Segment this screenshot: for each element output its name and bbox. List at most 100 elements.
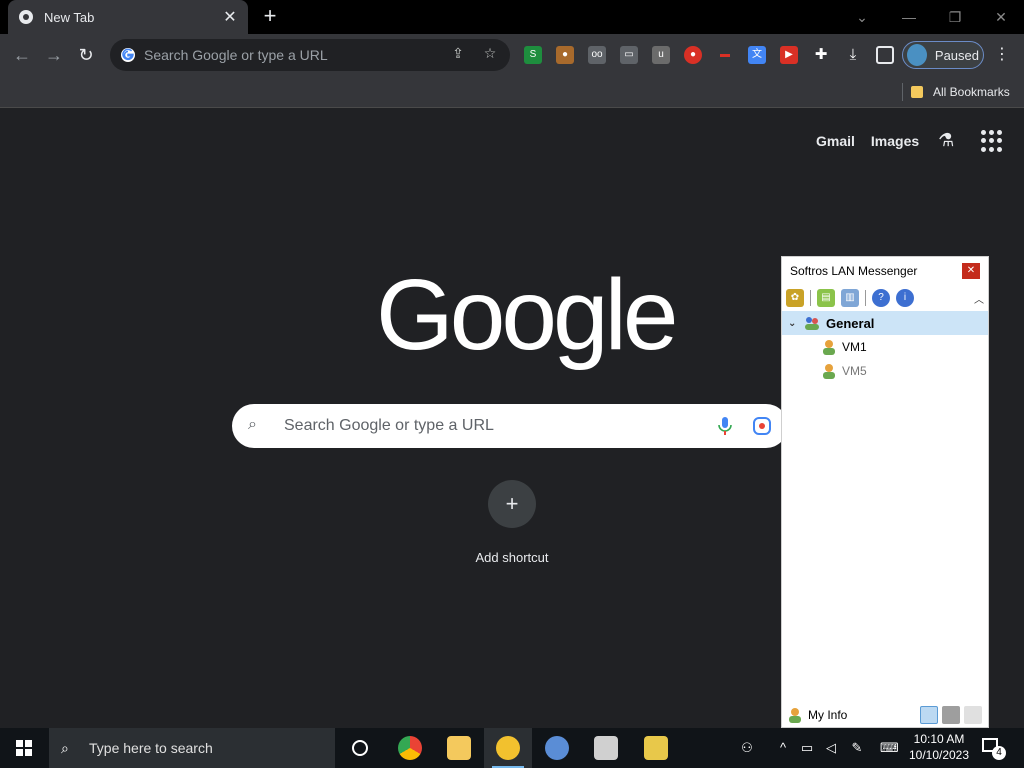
avatar	[907, 44, 927, 66]
cortana-button[interactable]	[336, 728, 384, 768]
taskbar-search-box[interactable]: ⌕ Type here to search	[49, 728, 335, 768]
notification-badge: 4	[992, 746, 1006, 760]
chevron-down-icon[interactable]: ⌄	[788, 318, 800, 329]
share-icon[interactable]: ⇪	[448, 45, 468, 65]
add-shortcut-button[interactable]: + Add shortcut	[460, 480, 564, 565]
clock-date: 10/10/2023	[908, 748, 970, 762]
message-history-icon[interactable]: ▥	[841, 289, 859, 307]
divider	[902, 83, 903, 101]
lan-close-button[interactable]: ✕	[962, 263, 980, 279]
status-online-icon[interactable]	[920, 706, 938, 724]
minimize-button[interactable]: —	[897, 5, 921, 29]
voice-search-icon[interactable]	[716, 415, 734, 437]
clock-time: 10:10 AM	[913, 732, 965, 746]
profile-label: Paused	[934, 47, 979, 63]
notification-button[interactable]: 4	[982, 738, 1006, 760]
ublock-ext-icon[interactable]: u	[652, 46, 670, 64]
search-icon: ⌕	[61, 740, 69, 756]
gmail-link[interactable]: Gmail	[816, 133, 855, 149]
new-tab-button[interactable]: +	[258, 5, 282, 29]
cortana-icon	[352, 740, 368, 756]
images-link[interactable]: Images	[871, 133, 919, 149]
tab-new-tab[interactable]: New Tab ✕	[8, 0, 248, 34]
clock[interactable]: 10:10 AM 10/10/2023	[904, 731, 974, 763]
chat-bubble-icon	[496, 736, 520, 760]
all-bookmarks-button[interactable]: All Bookmarks	[902, 82, 1010, 102]
back-button[interactable]: ←	[9, 42, 35, 68]
status-offline-icon[interactable]	[964, 706, 982, 724]
taskbar-lan-messenger[interactable]	[484, 728, 532, 768]
group-icon	[805, 317, 819, 330]
settings-gear-icon[interactable]: ✿	[786, 289, 804, 307]
taskbar: ⌕ Type here to search ⚇ ^ ▭ ◁ ✎ ⌨ 10:10 …	[0, 728, 1024, 768]
pen-icon[interactable]: ✎	[848, 740, 866, 756]
user-label: VM5	[842, 364, 867, 378]
restore-button[interactable]: ❐	[943, 5, 967, 29]
google-apps-icon[interactable]	[981, 130, 1003, 152]
ntp-top-links: Gmail Images ⚗	[816, 130, 1003, 152]
user-away-icon	[823, 364, 835, 379]
reload-button[interactable]: ↻	[73, 42, 99, 68]
puzzle-icon[interactable]: ✚	[812, 46, 830, 64]
taskbar-chrome[interactable]	[386, 728, 434, 768]
address-bar-placeholder: Search Google or type a URL	[144, 47, 328, 63]
keyboard-icon[interactable]: ⌨	[880, 740, 899, 756]
folder-icon	[911, 86, 923, 98]
info-icon[interactable]: i	[896, 289, 914, 307]
ntp-search-placeholder: Search Google or type a URL	[284, 417, 494, 434]
lan-titlebar: Softros LAN Messenger ✕	[782, 257, 988, 285]
google-lens-icon[interactable]	[752, 416, 772, 436]
taskbar-app-bee[interactable]	[632, 728, 680, 768]
record-ext-icon[interactable]: ●	[684, 46, 702, 64]
user-item[interactable]: VM1	[782, 335, 988, 359]
taskbar-file-explorer[interactable]	[435, 728, 483, 768]
labs-flask-icon[interactable]: ⚗	[935, 130, 957, 152]
people-icon[interactable]: ⚇	[738, 740, 756, 756]
taskbar-search-placeholder: Type here to search	[89, 740, 213, 756]
tab-search-icon[interactable]: ⌄	[850, 5, 874, 29]
network-icon[interactable]: ▭	[798, 740, 816, 756]
plus-icon: +	[488, 480, 536, 528]
close-window-button[interactable]: ✕	[989, 5, 1013, 29]
search-icon: ⌕	[248, 416, 257, 433]
profile-button[interactable]: Paused	[902, 41, 984, 69]
my-info-label[interactable]: My Info	[808, 708, 916, 722]
tab-strip: New Tab ✕ + ⌄ — ❐ ✕	[0, 0, 1024, 34]
volume-muted-icon[interactable]: ◁	[822, 740, 840, 756]
taskbar-app-eagle[interactable]	[582, 728, 630, 768]
cookie-ext-icon[interactable]: ●	[556, 46, 574, 64]
chrome-menu-icon[interactable]: ⋮	[994, 46, 1010, 64]
help-icon[interactable]: ?	[872, 289, 890, 307]
user-item[interactable]: VM5	[782, 359, 988, 383]
printer-ext-icon[interactable]: ▭	[620, 46, 638, 64]
status-away-icon[interactable]	[942, 706, 960, 724]
add-shortcut-label: Add shortcut	[475, 550, 549, 565]
forward-button[interactable]: →	[41, 42, 67, 68]
chevron-up-icon[interactable]: ︿	[974, 291, 984, 306]
taskbar-settings[interactable]	[533, 728, 581, 768]
address-bar[interactable]: Search Google or type a URL ⇪ ☆	[110, 39, 510, 71]
toolbar: ← → ↻ Search Google or type a URL ⇪ ☆ S …	[0, 34, 1024, 76]
gear-icon	[545, 736, 569, 760]
tab-title: New Tab	[44, 9, 95, 25]
bee-icon	[644, 736, 668, 760]
windows-icon	[16, 740, 32, 756]
user-label: VM1	[842, 340, 867, 354]
open-folder-icon[interactable]: ▤	[817, 289, 835, 307]
tab-close-icon[interactable]: ✕	[222, 7, 238, 27]
group-general[interactable]: ⌄ General	[782, 311, 988, 335]
ntp-search-box[interactable]: ⌕ Search Google or type a URL	[232, 404, 788, 448]
download-icon[interactable]: ⤓	[844, 46, 862, 64]
my-info-icon[interactable]	[788, 707, 802, 723]
reader-ext-icon[interactable]: oo	[588, 46, 606, 64]
youtube-ext-icon[interactable]: ▶	[780, 46, 798, 64]
bookmark-star-icon[interactable]: ☆	[480, 45, 500, 65]
red-ext-icon[interactable]: ▬	[716, 46, 734, 64]
chevron-up-icon[interactable]: ^	[774, 740, 792, 756]
translate-ext-icon[interactable]: 文	[748, 46, 766, 64]
google-logo: Google	[376, 259, 678, 371]
sidepanel-icon[interactable]	[876, 46, 894, 64]
start-button[interactable]	[0, 728, 48, 768]
sheets-ext-icon[interactable]: S	[524, 46, 542, 64]
chrome-icon	[19, 10, 33, 24]
